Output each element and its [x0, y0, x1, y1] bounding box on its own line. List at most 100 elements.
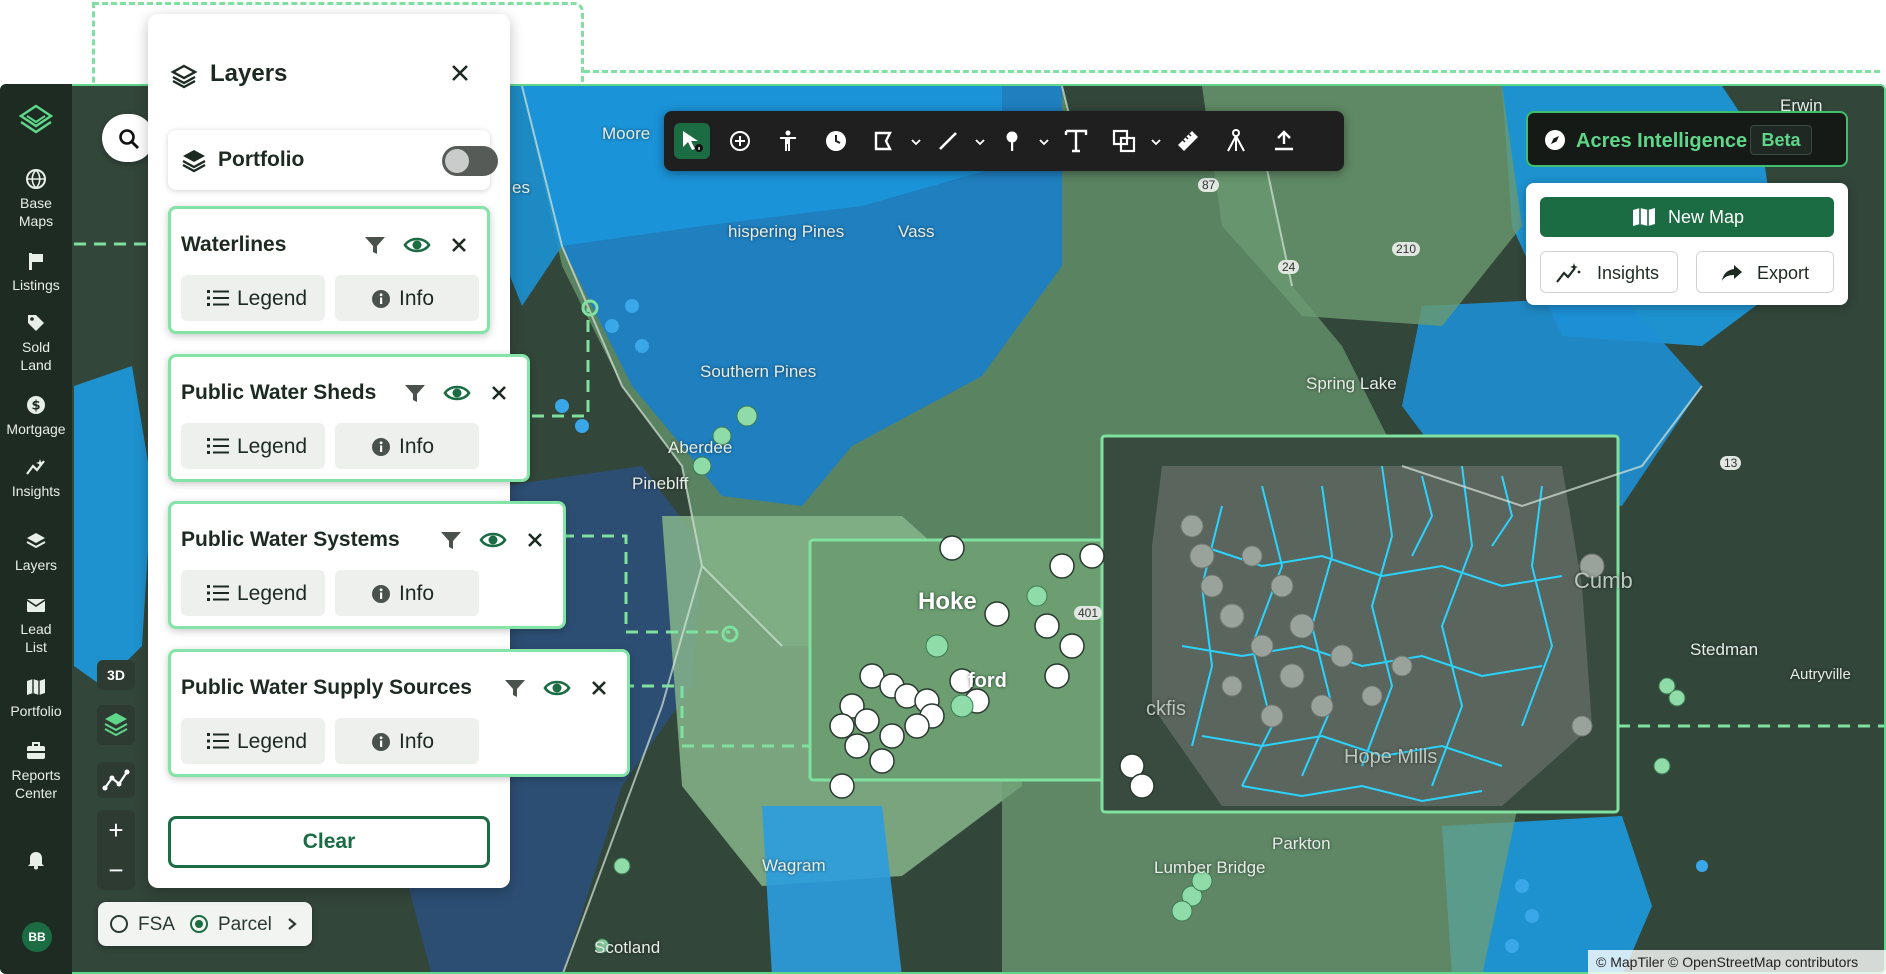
- info-button[interactable]: Info: [335, 423, 479, 469]
- info-button[interactable]: Info: [335, 275, 479, 321]
- portfolio-label: Portfolio: [218, 148, 305, 171]
- parcel-radio[interactable]: [190, 915, 208, 933]
- insights-button[interactable]: Insights: [1540, 251, 1678, 293]
- sidebar-item-label: Sold: [21, 339, 51, 355]
- new-map-label: New Map: [1668, 207, 1745, 227]
- zoom-out-button[interactable]: −: [97, 850, 135, 890]
- layers-icon: [25, 530, 47, 552]
- person-icon: [780, 130, 796, 151]
- ruler-icon: [1178, 131, 1198, 151]
- acres-logo-icon[interactable]: [18, 102, 54, 138]
- acres-intelligence-header[interactable]: Acres Intelligence Beta: [1526, 111, 1848, 167]
- legend-button[interactable]: Legend: [181, 718, 325, 764]
- list-icon: [207, 290, 229, 306]
- sidebar-item-label: Mortgage: [6, 421, 66, 437]
- legend-button[interactable]: Legend: [181, 570, 325, 616]
- map-label-fayetteville: ckfis: [1146, 698, 1186, 720]
- polygon-tool-button[interactable]: [866, 123, 902, 159]
- sidebar-item-label: Center: [14, 785, 58, 801]
- layer-card-waterlines: Waterlines Legend Info: [168, 206, 490, 334]
- line-tool-button[interactable]: [930, 123, 966, 159]
- sidebar-item-label: Insights: [11, 483, 61, 499]
- sidebar-item-reports-center[interactable]: Reports Center: [0, 740, 72, 802]
- clock-icon: [826, 131, 846, 151]
- stack-icon: [104, 713, 128, 737]
- legend-button[interactable]: Legend: [181, 275, 325, 321]
- layers-icon: [170, 64, 198, 89]
- text-tool-button[interactable]: [1058, 123, 1094, 159]
- map-label-southern-pines: Southern Pines: [700, 362, 817, 381]
- dollar-icon: $: [25, 394, 47, 416]
- info-label: Info: [399, 435, 435, 458]
- remove-layer-icon[interactable]: [445, 231, 473, 259]
- new-map-button[interactable]: New Map: [1540, 197, 1834, 237]
- eye-icon[interactable]: [403, 231, 431, 259]
- share-arrow-icon: [1722, 265, 1742, 281]
- info-button[interactable]: Info: [335, 570, 479, 616]
- remove-layer-icon[interactable]: [485, 379, 513, 407]
- accessibility-tool-button[interactable]: [770, 123, 806, 159]
- sidebar-item-layers[interactable]: Layers: [0, 530, 72, 574]
- beta-badge: Beta: [1750, 125, 1812, 155]
- remove-layer-icon[interactable]: [521, 526, 549, 554]
- search-button[interactable]: [102, 114, 154, 162]
- export-button[interactable]: Export: [1696, 251, 1834, 293]
- flag-icon: [25, 250, 47, 272]
- fsa-radio[interactable]: [110, 915, 128, 933]
- map-label-parkton: Parkton: [1272, 834, 1331, 853]
- sidebar-item-label: Reports: [11, 767, 61, 783]
- shape-tool-button[interactable]: [1106, 123, 1142, 159]
- chevron-down-icon[interactable]: [1150, 135, 1162, 147]
- portfolio-toggle-switch[interactable]: [442, 146, 498, 176]
- map-label-raeford: ford: [968, 670, 1007, 692]
- user-avatar[interactable]: BB: [22, 922, 52, 952]
- sidebar-item-notifications[interactable]: [0, 848, 72, 874]
- remove-layer-icon[interactable]: [585, 674, 613, 702]
- filter-icon[interactable]: [437, 526, 465, 554]
- chevron-down-icon[interactable]: [974, 135, 986, 147]
- portfolio-toggle-card: Portfolio: [168, 130, 498, 190]
- eye-icon[interactable]: [443, 379, 471, 407]
- chevron-right-icon[interactable]: [286, 917, 298, 931]
- sidebar-item-label: Lead: [20, 621, 52, 637]
- close-panel-button[interactable]: [446, 60, 474, 88]
- upload-tool-button[interactable]: [1266, 123, 1302, 159]
- sidebar-item-sold-land[interactable]: Sold Land: [0, 312, 72, 374]
- measure-tool-button[interactable]: [1170, 123, 1206, 159]
- layer-stack-button[interactable]: [97, 705, 135, 745]
- sidebar-item-mortgage[interactable]: $ Mortgage: [0, 394, 72, 438]
- layers-panel-header: Layers: [170, 60, 288, 89]
- sidebar-item-listings[interactable]: Listings: [0, 250, 72, 294]
- plus-circle-icon: [730, 131, 750, 151]
- time-tool-button[interactable]: [818, 123, 854, 159]
- sidebar-item-insights[interactable]: Insights: [0, 456, 72, 500]
- briefcase-icon: [25, 740, 47, 762]
- map-label-aberdeen: Aberdee: [668, 438, 733, 457]
- layer-card-public-water-sheds: Public Water Sheds Legend Info: [168, 354, 530, 482]
- sidebar-item-label: Listings: [12, 277, 60, 293]
- eye-icon[interactable]: [543, 674, 571, 702]
- zoom-in-button[interactable]: +: [97, 810, 135, 850]
- panel-title: Layers: [210, 60, 288, 87]
- clear-layers-button[interactable]: Clear: [168, 816, 490, 868]
- filter-icon[interactable]: [361, 231, 389, 259]
- info-icon: [372, 585, 390, 603]
- eye-icon[interactable]: [479, 526, 507, 554]
- select-tool-button[interactable]: [674, 123, 710, 159]
- 3d-toggle-button[interactable]: 3D: [97, 660, 135, 690]
- sidebar-item-base-maps[interactable]: Base Maps: [0, 168, 72, 230]
- sidebar-item-label: List: [25, 639, 47, 655]
- info-label: Info: [399, 582, 435, 605]
- legend-button[interactable]: Legend: [181, 423, 325, 469]
- measure-line-button[interactable]: [97, 762, 135, 798]
- pin-tool-button[interactable]: [994, 123, 1030, 159]
- chevron-down-icon[interactable]: [1038, 135, 1050, 147]
- chevron-down-icon[interactable]: [910, 135, 922, 147]
- filter-icon[interactable]: [501, 674, 529, 702]
- survey-tool-button[interactable]: [1218, 123, 1254, 159]
- sidebar-item-portfolio[interactable]: Portfolio: [0, 676, 72, 720]
- info-button[interactable]: Info: [335, 718, 479, 764]
- filter-icon[interactable]: [401, 379, 429, 407]
- add-point-tool-button[interactable]: [722, 123, 758, 159]
- sidebar-item-lead-list[interactable]: Lead List: [0, 594, 72, 656]
